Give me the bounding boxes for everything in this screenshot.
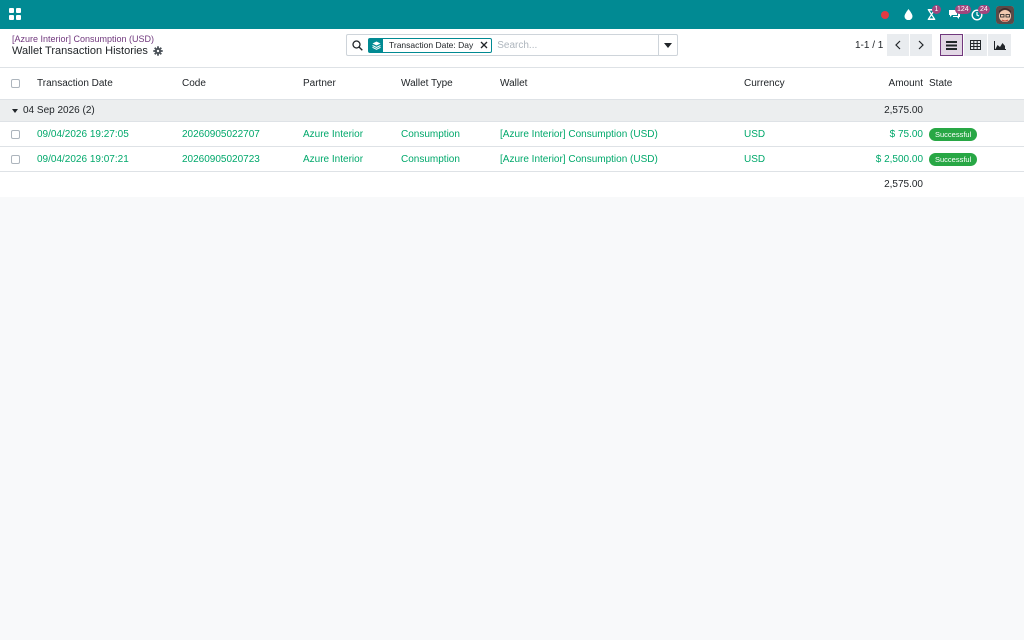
- search-icon[interactable]: [347, 39, 367, 51]
- group-row[interactable]: 04 Sep 2026 (2) 2,575.00: [0, 100, 1024, 122]
- cell-wallet-type[interactable]: Consumption: [401, 147, 460, 171]
- page-title: Wallet Transaction Histories: [12, 45, 163, 57]
- timesheet-badge: 24: [978, 5, 990, 14]
- pager-value[interactable]: 1-1 / 1: [855, 40, 883, 51]
- cell-wallet[interactable]: [Azure Interior] Consumption (USD): [500, 122, 658, 146]
- pager-buttons: [887, 34, 933, 56]
- row-checkbox[interactable]: [11, 154, 20, 164]
- pager-next-button[interactable]: [910, 34, 932, 56]
- transaction-list: Transaction Date Code Partner Wallet Typ…: [0, 68, 1024, 197]
- select-all-cell: [11, 68, 20, 99]
- cell-state: Successful: [929, 122, 978, 146]
- area-chart-icon: [993, 40, 1006, 50]
- row-select-cell: [11, 122, 20, 146]
- group-total: 2,575.00: [884, 105, 923, 116]
- record-icon[interactable]: [875, 0, 895, 29]
- caret-down-icon: [12, 108, 18, 113]
- cell-transaction-date[interactable]: 09/04/2026 19:27:05: [37, 122, 129, 146]
- status-badge: Successful: [929, 127, 978, 141]
- layers-icon: [369, 38, 383, 52]
- cell-code[interactable]: 20260905020723: [182, 147, 260, 171]
- pivot-view-button[interactable]: [964, 34, 987, 56]
- timesheet-clock-icon[interactable]: 24: [967, 0, 990, 29]
- caret-down-icon: [664, 42, 672, 48]
- cell-wallet[interactable]: [Azure Interior] Consumption (USD): [500, 147, 658, 171]
- table-row[interactable]: 09/04/2026 19:27:05 20260905022707 Azure…: [0, 122, 1024, 147]
- chevron-left-icon: [895, 40, 901, 50]
- table-icon: [970, 40, 981, 50]
- chevron-right-icon: [918, 40, 924, 50]
- cell-amount[interactable]: $ 75.00: [840, 122, 923, 146]
- row-checkbox[interactable]: [11, 129, 20, 139]
- messages-icon[interactable]: 124: [944, 0, 971, 29]
- droplet-icon[interactable]: [898, 0, 918, 29]
- column-header-amount[interactable]: Amount: [840, 68, 923, 99]
- systray: 1 124 24: [872, 0, 1014, 29]
- cell-transaction-date[interactable]: 09/04/2026 19:07:21: [37, 147, 129, 171]
- list-header: Transaction Date Code Partner Wallet Typ…: [0, 68, 1024, 100]
- cell-currency[interactable]: USD: [744, 147, 765, 171]
- column-header-currency[interactable]: Currency: [744, 68, 785, 99]
- activities-badge: 1: [932, 5, 941, 14]
- search-facet: Transaction Date: Day: [368, 37, 493, 53]
- cell-partner[interactable]: Azure Interior: [303, 122, 363, 146]
- pager-previous-button[interactable]: [887, 34, 909, 56]
- list-icon: [946, 40, 957, 50]
- group-label-text: 04 Sep 2026 (2): [23, 105, 95, 116]
- activities-hourglass-icon[interactable]: 1: [921, 0, 941, 29]
- row-select-cell: [11, 147, 20, 171]
- column-header-partner[interactable]: Partner: [303, 68, 336, 99]
- group-label: 04 Sep 2026 (2): [12, 100, 95, 121]
- top-navbar: 1 124 24: [0, 0, 1024, 29]
- list-footer: 2,575.00: [0, 172, 1024, 197]
- select-all-checkbox[interactable]: [11, 79, 20, 88]
- column-header-wallet[interactable]: Wallet: [500, 68, 527, 99]
- footer-total: 2,575.00: [884, 179, 923, 190]
- page-title-text: Wallet Transaction Histories: [12, 45, 148, 57]
- list-view-button[interactable]: [940, 34, 963, 56]
- apps-menu-icon[interactable]: [9, 8, 21, 20]
- view-switcher: [940, 34, 1012, 56]
- search-input[interactable]: [497, 37, 653, 53]
- status-badge: Successful: [929, 152, 978, 166]
- close-icon[interactable]: [477, 41, 491, 49]
- search-bar: Transaction Date: Day: [346, 34, 678, 56]
- table-row[interactable]: 09/04/2026 19:07:21 20260905020723 Azure…: [0, 147, 1024, 172]
- user-avatar[interactable]: [996, 5, 1014, 24]
- cell-wallet-type[interactable]: Consumption: [401, 122, 460, 146]
- column-header-state[interactable]: State: [929, 68, 952, 99]
- column-header-code[interactable]: Code: [182, 68, 206, 99]
- breadcrumb[interactable]: [Azure Interior] Consumption (USD): [12, 34, 154, 44]
- cell-state: Successful: [929, 147, 978, 171]
- cell-code[interactable]: 20260905022707: [182, 122, 260, 146]
- gear-icon[interactable]: [153, 46, 163, 56]
- search-options-toggle[interactable]: [658, 35, 677, 55]
- search-facet-value: Transaction Date: Day: [389, 40, 474, 50]
- cell-currency[interactable]: USD: [744, 122, 765, 146]
- cell-amount[interactable]: $ 2,500.00: [840, 147, 923, 171]
- cell-partner[interactable]: Azure Interior: [303, 147, 363, 171]
- control-panel: [Azure Interior] Consumption (USD) Walle…: [0, 29, 1024, 68]
- column-header-wallet-type[interactable]: Wallet Type: [401, 68, 453, 99]
- graph-view-button[interactable]: [988, 34, 1011, 56]
- column-header-transaction-date[interactable]: Transaction Date: [37, 68, 113, 99]
